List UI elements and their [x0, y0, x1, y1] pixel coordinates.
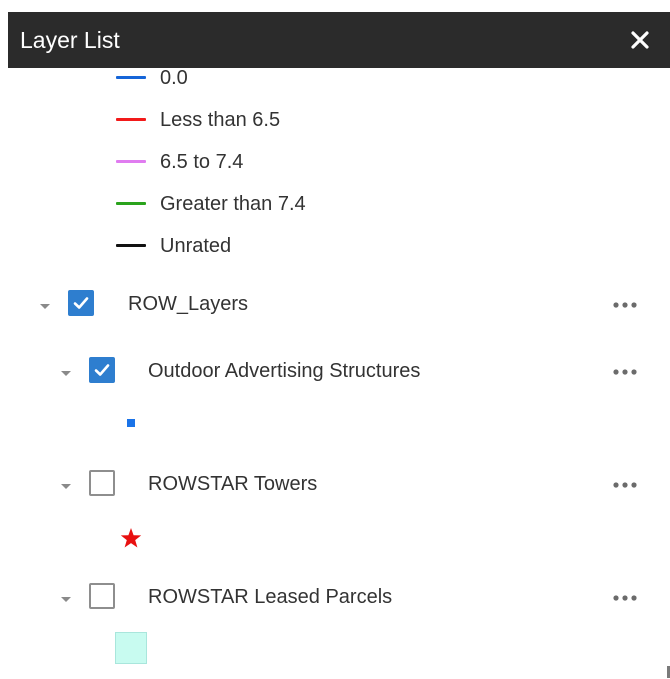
layer-list-content: 0.0 Less than 6.5 6.5 to 7.4 Greater tha…: [0, 67, 670, 679]
layer-label[interactable]: ROWSTAR Leased Parcels: [148, 585, 392, 609]
caret-down-icon: [40, 304, 50, 309]
legend-line-swatch: [116, 244, 146, 247]
layer-options-button[interactable]: [610, 591, 642, 605]
collapse-caret[interactable]: [59, 592, 73, 602]
layer-row-outdoor-advertising: Outdoor Advertising Structures: [0, 351, 670, 391]
parcel-fill-swatch: [115, 632, 147, 664]
legend-label: 0.0: [160, 67, 188, 89]
layer-checkbox[interactable]: [68, 290, 94, 316]
collapse-caret[interactable]: [59, 479, 73, 489]
layer-options-button[interactable]: [610, 298, 642, 312]
blue-square-marker-icon: [127, 419, 135, 427]
layer-label[interactable]: ROWSTAR Towers: [148, 472, 317, 496]
checkmark-icon: [73, 297, 89, 309]
collapse-caret[interactable]: [59, 366, 73, 376]
layer-list-panel: Layer List 0.0 Less than 6.5 6.5 to 7.4 …: [0, 0, 670, 679]
more-horizontal-icon: [613, 302, 637, 308]
caret-down-icon: [61, 371, 71, 376]
layer-label[interactable]: ROW_Layers: [128, 292, 248, 316]
close-icon: [631, 31, 649, 49]
legend-label: 6.5 to 7.4: [160, 151, 244, 173]
more-horizontal-icon: [613, 482, 637, 488]
layer-checkbox[interactable]: [89, 357, 115, 383]
legend-label: Less than 6.5: [160, 109, 281, 131]
layer-label[interactable]: Outdoor Advertising Structures: [148, 359, 420, 383]
panel-title: Layer List: [20, 27, 120, 53]
more-horizontal-icon: [613, 595, 637, 601]
legend-line-swatch: [116, 118, 146, 121]
more-horizontal-icon: [613, 369, 637, 375]
layer-options-button[interactable]: [610, 478, 642, 492]
layer-options-button[interactable]: [610, 365, 642, 379]
caret-down-icon: [61, 484, 71, 489]
caret-down-icon: [61, 597, 71, 602]
red-star-marker-icon: [120, 528, 142, 548]
layer-row-rowstar-towers: ROWSTAR Towers: [0, 464, 670, 504]
legend-line-swatch: [116, 160, 146, 163]
legend-line-swatch: [116, 202, 146, 205]
collapse-caret[interactable]: [38, 299, 52, 309]
close-button[interactable]: [626, 26, 654, 54]
layer-row-row-layers: ROW_Layers: [0, 284, 670, 324]
checkmark-icon: [94, 364, 110, 376]
legend-label: Greater than 7.4: [160, 193, 306, 215]
layer-checkbox[interactable]: [89, 583, 115, 609]
legend-line-swatch: [116, 76, 146, 79]
layer-checkbox[interactable]: [89, 470, 115, 496]
layer-row-rowstar-leased-parcels: ROWSTAR Leased Parcels: [0, 577, 670, 617]
legend-label: Unrated: [160, 235, 232, 257]
panel-header: Layer List: [8, 12, 670, 68]
